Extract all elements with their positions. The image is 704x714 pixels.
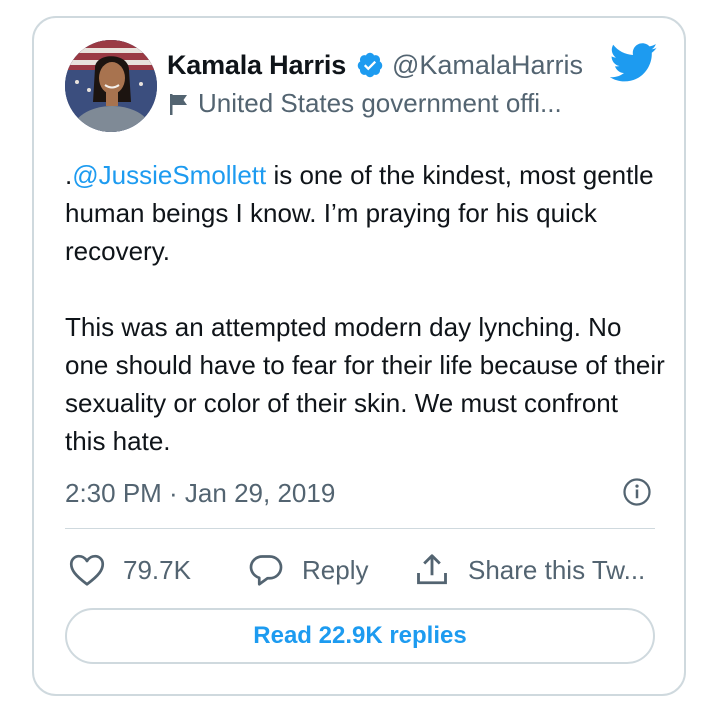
- verified-badge-icon: [357, 52, 383, 78]
- author-handle[interactable]: @KamalaHarris: [392, 50, 583, 81]
- tweet-paragraph-2: This was an attempted modern day lynchin…: [65, 312, 665, 456]
- share-upload-icon: [417, 554, 447, 585]
- read-replies-button[interactable]: Read 22.9K replies: [65, 608, 655, 664]
- tweet-text: .@JussieSmollett is one of the kindest, …: [65, 156, 665, 460]
- twitter-bird-icon[interactable]: [610, 42, 658, 84]
- avatar-image: [65, 40, 157, 132]
- author-name[interactable]: Kamala Harris: [167, 50, 346, 81]
- flag-icon: [170, 94, 187, 115]
- like-button[interactable]: 79.7K: [69, 550, 191, 590]
- mention-link[interactable]: @JussieSmollett: [72, 160, 266, 190]
- reply-button[interactable]: Reply: [248, 550, 368, 590]
- government-label[interactable]: United States government offi...: [198, 88, 598, 119]
- share-button[interactable]: Share this Tw...: [414, 550, 656, 590]
- avatar[interactable]: [65, 40, 157, 132]
- heart-icon: [69, 554, 105, 586]
- divider: [65, 528, 655, 529]
- speech-bubble-icon: [249, 555, 283, 586]
- info-icon[interactable]: [622, 477, 652, 507]
- like-count: 79.7K: [123, 554, 191, 585]
- timestamp[interactable]: 2:30 PM · Jan 29, 2019: [65, 478, 335, 509]
- reply-label: Reply: [302, 554, 369, 585]
- tweet-paragraph-1: .@JussieSmollett is one of the kindest, …: [65, 156, 665, 270]
- tweet-card: Kamala Harris @KamalaHarris United State…: [32, 16, 686, 696]
- share-label: Share this Tw...: [468, 554, 646, 585]
